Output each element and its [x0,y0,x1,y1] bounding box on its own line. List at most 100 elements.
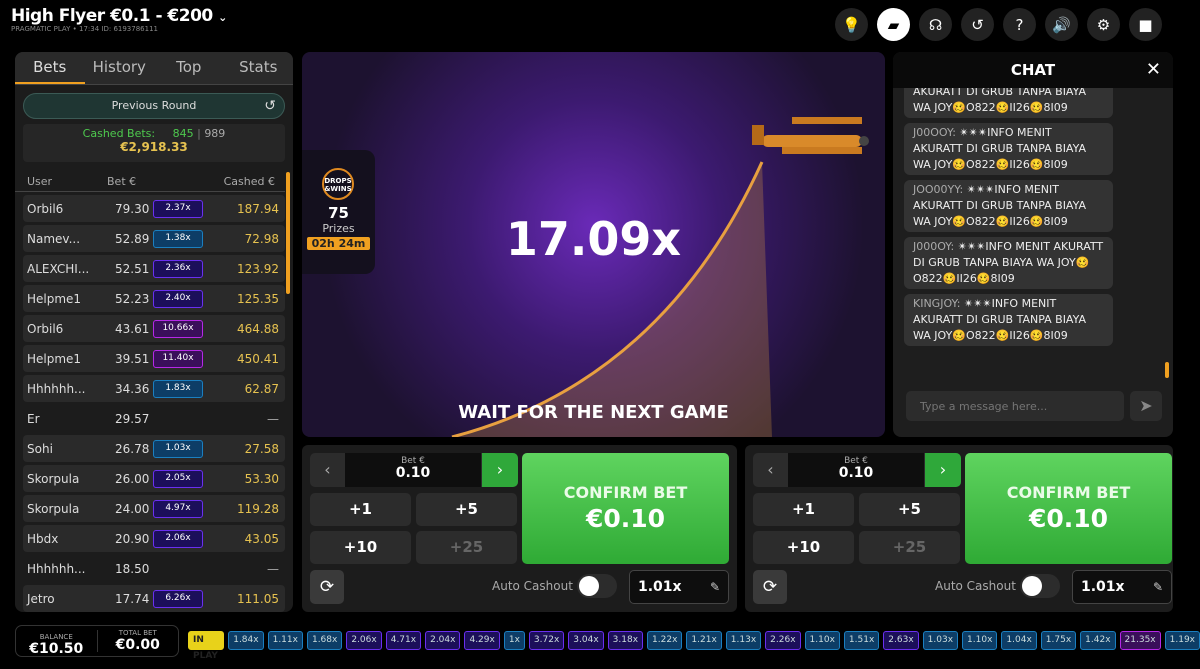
chat-icon[interactable]: ▰ [877,8,910,41]
row-user: Skorpula [27,501,80,516]
game-canvas: 17.09x WAIT FOR THE NEXT GAME DROPS &WINS… [302,52,885,437]
history-chip[interactable]: 1.10x [962,631,998,650]
autoplay-icon[interactable]: ⟳ [310,570,344,604]
quick-add-plus-1[interactable]: +1 [753,493,854,526]
row-user: Orbil6 [27,201,64,216]
auto-cashout-input[interactable]: 1.01x ✎ [629,570,729,604]
auto-cashout-toggle[interactable] [1020,574,1060,598]
tips-icon[interactable]: 💡 [835,8,868,41]
history-icon[interactable]: ↺ [961,8,994,41]
bet-value: 0.10 [838,465,874,481]
table-row: Sohi 26.78 1.03x 27.58 [23,435,285,462]
chat-scrollbar[interactable] [1165,362,1169,378]
table-row: Skorpula 24.00 4.97x 119.28 [23,495,285,522]
tab-history[interactable]: History [85,52,155,84]
history-chip[interactable]: 1.84x [228,631,264,650]
previous-round-button[interactable]: Previous Round ↺ [23,93,285,119]
chat-header: CHAT ✕ [893,52,1173,88]
row-multiplier: 2.06x [153,529,203,548]
history-chip[interactable]: 1.19x [1164,631,1200,650]
help-icon[interactable]: ? [1003,8,1036,41]
bet-amount-field[interactable]: Bet €0.10 [345,453,481,487]
decrease-bet-button[interactable]: ‹ [310,453,345,487]
bet-amount-field[interactable]: Bet €0.10 [788,453,924,487]
history-chip[interactable]: 4.29x [464,631,500,650]
game-status: WAIT FOR THE NEXT GAME [458,402,729,423]
quick-add-plus-1[interactable]: +1 [310,493,411,526]
drops-wins-promo[interactable]: DROPS &WINS 75 Prizes 02h 24m [302,150,375,274]
chat-input[interactable] [906,391,1124,421]
support-icon[interactable]: ☊ [919,8,952,41]
history-chip[interactable]: 3.18x [607,631,644,650]
history-chip[interactable]: 1.22x [647,631,683,650]
history-chip[interactable]: 1.42x [1080,631,1116,650]
history-chip[interactable]: 2.26x [765,631,801,650]
row-bet: 52.89 [115,231,150,246]
decrease-bet-button[interactable]: ‹ [753,453,788,487]
bet-panel-2: ‹ Bet €0.10 › +1 +5 +10 +25 CONFIRM BET €0.10 ⟳ Au… [745,445,1173,612]
quick-add-plus-10[interactable]: +10 [753,531,854,564]
quick-add-plus-10[interactable]: +10 [310,531,411,564]
history-chip[interactable]: 3.72x [528,631,565,650]
close-icon[interactable]: ✕ [1146,52,1161,88]
send-icon[interactable]: ➤ [1130,391,1162,421]
tab-bets[interactable]: Bets [15,52,85,84]
autoplay-icon[interactable]: ⟳ [753,570,787,604]
table-header: User Bet € Cashed € [15,167,285,192]
quick-add-plus-5[interactable]: +5 [859,493,960,526]
row-multiplier: 2.37x [153,199,203,218]
row-cashed: 450.41 [237,351,279,366]
settings-icon[interactable]: ⚙ [1087,8,1120,41]
history-chip[interactable]: 1x [503,631,525,650]
history-chip[interactable]: 1.51x [843,631,880,650]
confirm-bet-button[interactable]: CONFIRM BET €0.10 [965,453,1172,564]
history-chip[interactable]: 2.04x [425,631,461,650]
confirm-bet-button[interactable]: CONFIRM BET €0.10 [522,453,729,564]
history-chip[interactable]: 1.68x [306,631,343,650]
table-row: Hhhhhh... 34.36 1.83x 62.87 [23,375,285,402]
history-chip[interactable]: 1.03x [922,631,959,650]
history-chip[interactable]: 4.71x [385,631,422,650]
chat-message: J00OOY: ✴✴✴INFO MENIT AKURATT DI GRUB TA… [904,123,1113,175]
sound-icon[interactable]: 🔊 [1045,8,1078,41]
history-chip[interactable]: 1.11x [267,631,303,650]
edit-icon[interactable]: ✎ [1153,571,1163,603]
history-chip[interactable]: 21.35x [1119,631,1161,650]
history-chip[interactable]: 2.63x [883,631,919,650]
quick-add-plus-25[interactable]: +25 [859,531,960,564]
history-chip[interactable]: 1.21x [686,631,722,650]
chat-message: J000OY: ✴✴✴INFO MENIT AKURATT DI GRUB TA… [904,237,1113,289]
plane-icon [752,117,869,154]
row-bet: 39.51 [115,351,150,366]
row-user: Sohi [27,441,53,456]
multiplier-history: IN PLAY 1.84x 1.11x 1.68x 2.06x 4.71x 2.04x 4.… [188,631,1200,661]
drops-wins-logo: DROPS &WINS [322,168,354,200]
curve-fill [452,162,772,437]
video-icon[interactable]: ■ [1129,8,1162,41]
history-chip[interactable]: 1.10x [804,631,840,650]
row-multiplier: 1.83x [153,379,203,398]
tab-top[interactable]: Top [154,52,224,84]
history-chip[interactable]: 1.04x [1001,631,1037,650]
edit-icon[interactable]: ✎ [710,571,720,603]
history-chip[interactable]: 2.06x [346,631,382,650]
history-chip[interactable]: 1.13x [725,631,762,650]
bet-panel-1: ‹ Bet €0.10 › +1 +5 +10 +25 CONFIRM BET €0.10 ⟳ Au… [302,445,737,612]
tab-stats[interactable]: Stats [224,52,294,84]
chat-message: JOO00YY: ✴✴✴INFO MENIT AKURATT DI GRUB T… [904,180,1113,232]
row-cashed: 187.94 [237,201,279,216]
cashed-count: 845 [172,127,194,140]
row-user: Helpme1 [27,291,82,306]
balance-box: BALANCE €10.50 TOTAL BET €0.00 [15,625,179,657]
quick-add-plus-25[interactable]: +25 [416,531,517,564]
auto-cashout-input[interactable]: 1.01x ✎ [1072,570,1172,604]
increase-bet-button[interactable]: › [925,453,961,487]
quick-add-plus-5[interactable]: +5 [416,493,517,526]
confirm-label: CONFIRM BET [1006,483,1131,502]
history-chip[interactable]: 1.75x [1040,631,1077,650]
game-title[interactable]: High Flyer €0.1 - €200 ⌄ [11,6,227,26]
history-chip[interactable]: 3.04x [568,631,604,650]
auto-cashout-toggle[interactable] [577,574,617,598]
increase-bet-button[interactable]: › [482,453,518,487]
bets-scrollbar[interactable] [286,172,290,294]
